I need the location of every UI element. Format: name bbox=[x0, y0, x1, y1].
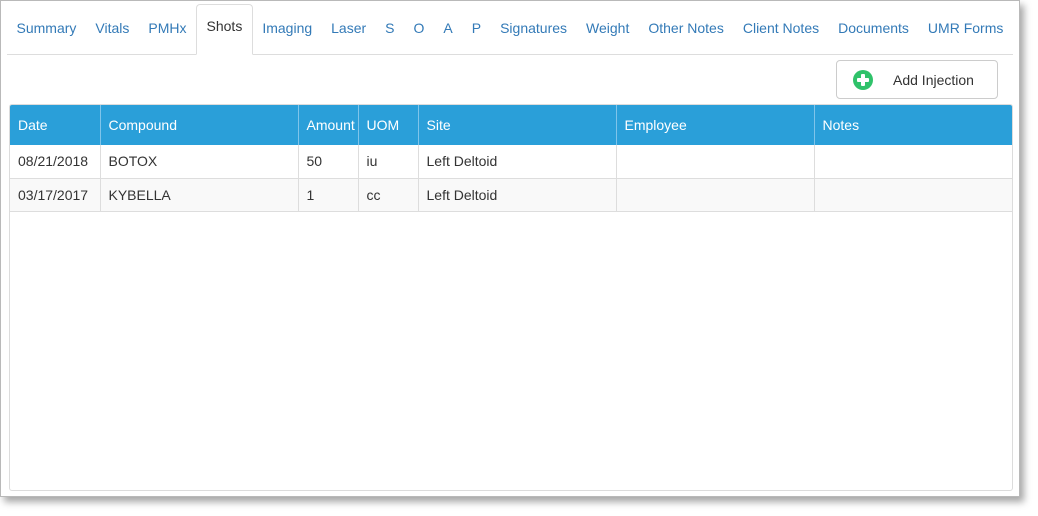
column-header-amount[interactable]: Amount bbox=[298, 105, 359, 145]
column-header-notes[interactable]: Notes bbox=[814, 105, 1012, 145]
column-header-compound[interactable]: Compound bbox=[100, 105, 299, 145]
cell-employee bbox=[616, 178, 815, 212]
tab-o[interactable]: O bbox=[404, 6, 434, 55]
tab-imaging[interactable]: Imaging bbox=[253, 6, 322, 55]
plus-circle-icon bbox=[853, 69, 873, 90]
tab-s[interactable]: S bbox=[376, 6, 404, 55]
cell-employee bbox=[616, 145, 815, 179]
tab-umr-forms[interactable]: UMR Forms bbox=[918, 6, 1012, 55]
add-injection-label: Add Injection bbox=[893, 71, 974, 88]
injections-table-panel: Date Compound Amount UOM Site Employee N… bbox=[9, 104, 1013, 491]
column-header-site[interactable]: Site bbox=[418, 105, 617, 145]
cell-date: 03/17/2017 bbox=[10, 178, 101, 212]
cell-site: Left Deltoid bbox=[418, 178, 617, 212]
tab-bar: Summary Vitals PMHx Shots Imaging Laser … bbox=[7, 3, 1013, 55]
column-header-date[interactable]: Date bbox=[10, 105, 101, 145]
tab-p[interactable]: P bbox=[462, 6, 490, 55]
tab-client-notes[interactable]: Client Notes bbox=[733, 6, 828, 55]
tab-a[interactable]: A bbox=[434, 6, 462, 55]
tab-weight[interactable]: Weight bbox=[577, 6, 639, 55]
cell-compound: KYBELLA bbox=[100, 178, 299, 212]
shots-window: Summary Vitals PMHx Shots Imaging Laser … bbox=[0, 0, 1020, 497]
table-row[interactable]: 03/17/2017 KYBELLA 1 cc Left Deltoid bbox=[10, 178, 1012, 212]
tab-vitals[interactable]: Vitals bbox=[86, 6, 139, 55]
column-header-uom[interactable]: UOM bbox=[358, 105, 419, 145]
tab-other-notes[interactable]: Other Notes bbox=[639, 6, 733, 55]
add-injection-button[interactable]: Add Injection bbox=[836, 60, 998, 99]
cell-site: Left Deltoid bbox=[418, 145, 617, 179]
cell-notes bbox=[814, 145, 1012, 179]
tab-documents[interactable]: Documents bbox=[829, 6, 919, 55]
table-row[interactable]: 08/21/2018 BOTOX 50 iu Left Deltoid bbox=[10, 145, 1012, 179]
tab-shots[interactable]: Shots bbox=[196, 4, 253, 55]
tab-laser[interactable]: Laser bbox=[322, 6, 376, 55]
tab-signatures[interactable]: Signatures bbox=[491, 6, 577, 55]
table-header-row: Date Compound Amount UOM Site Employee N… bbox=[10, 105, 1012, 145]
injections-table: Date Compound Amount UOM Site Employee N… bbox=[10, 105, 1012, 212]
cell-notes bbox=[814, 178, 1012, 212]
column-header-employee[interactable]: Employee bbox=[616, 105, 815, 145]
cell-uom: iu bbox=[358, 145, 419, 179]
cell-compound: BOTOX bbox=[100, 145, 299, 179]
cell-amount: 1 bbox=[298, 178, 359, 212]
tab-pmhx[interactable]: PMHx bbox=[139, 6, 196, 55]
cell-amount: 50 bbox=[298, 145, 359, 179]
cell-date: 08/21/2018 bbox=[10, 145, 101, 179]
cell-uom: cc bbox=[358, 178, 419, 212]
tab-summary[interactable]: Summary bbox=[7, 6, 86, 55]
